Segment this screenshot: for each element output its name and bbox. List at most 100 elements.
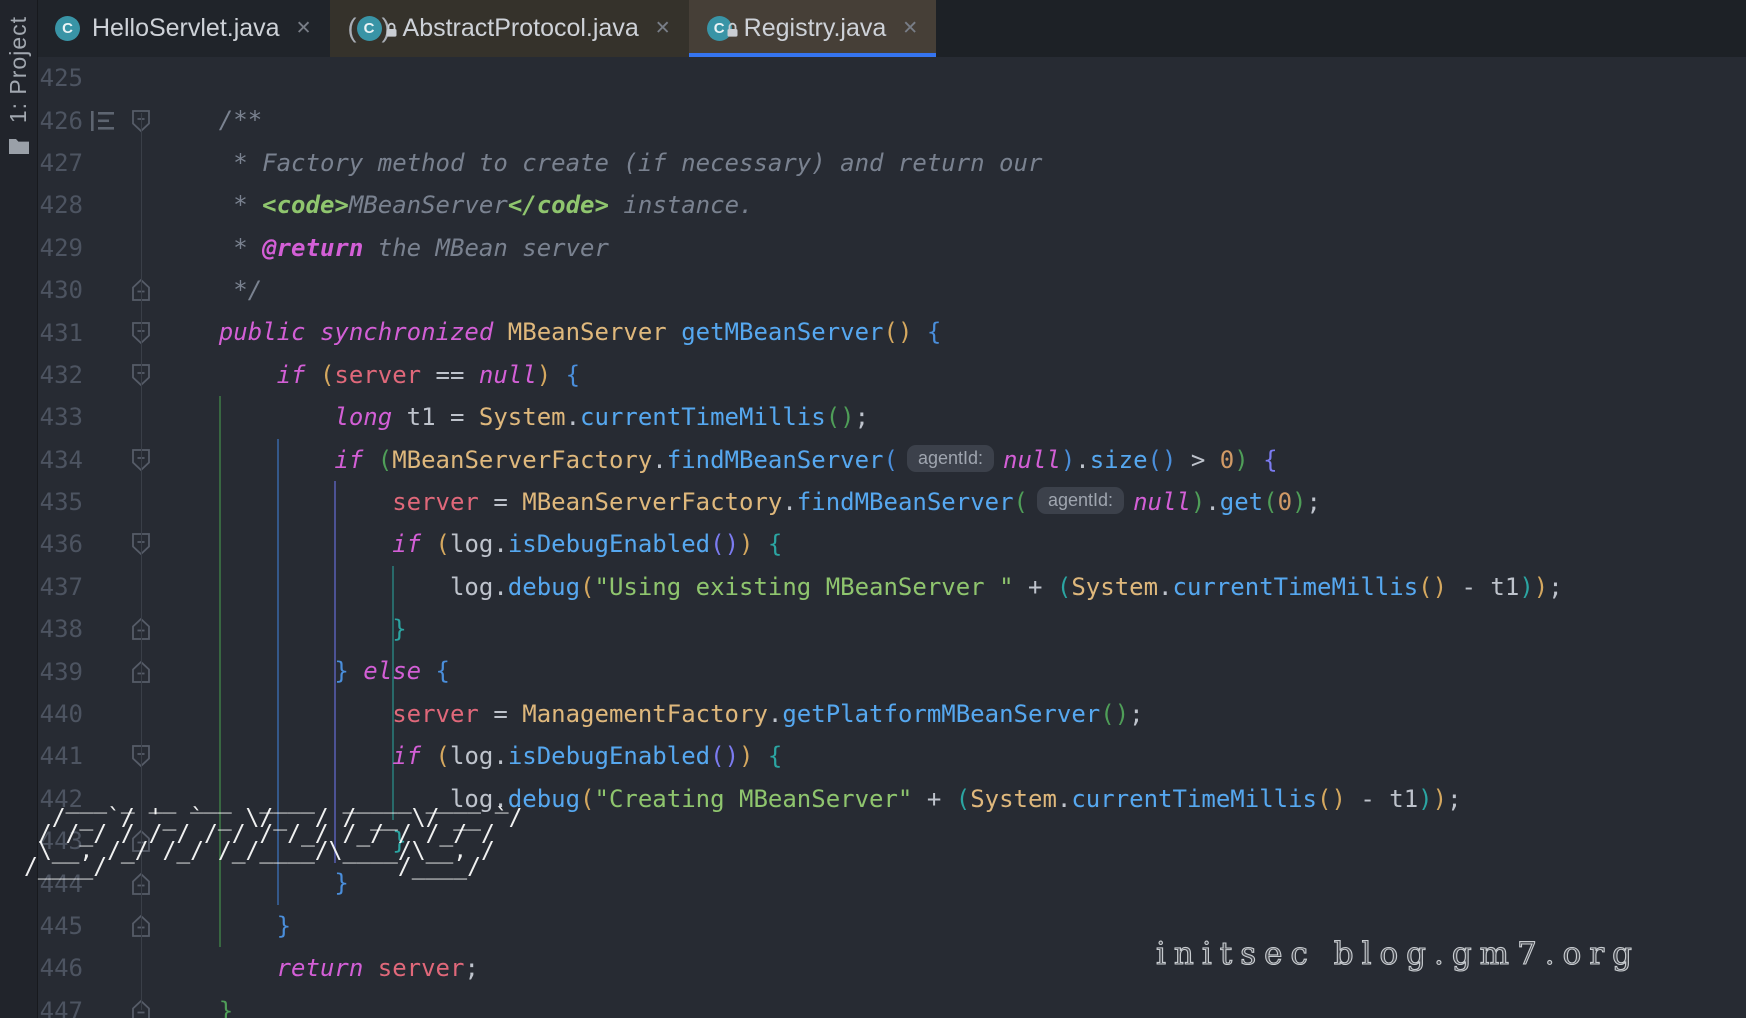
code-line-437[interactable]: log.debug("Using existing MBeanServer " … — [161, 566, 1746, 608]
editor-gutter: 4254264274284294304314324334344354364374… — [37, 57, 161, 1018]
code-line-426[interactable]: /** — [161, 99, 1746, 141]
code-line-435[interactable]: server = MBeanServerFactory.findMBeanSer… — [161, 481, 1746, 523]
gutter-row: 445 — [37, 905, 161, 947]
tab-helloservlet-java[interactable]: CHelloServlet.java✕ — [37, 0, 330, 57]
code-line-429[interactable]: * @return the MBean server — [161, 227, 1746, 269]
token: MBeanServerFactory — [522, 488, 782, 516]
line-number: 444 — [37, 870, 83, 898]
code-line-445[interactable]: } — [161, 905, 1746, 947]
gutter-row: 435 — [37, 481, 161, 523]
code-line-447[interactable]: } — [161, 990, 1746, 1018]
line-number: 440 — [37, 700, 83, 728]
render-doc-icon[interactable] — [85, 110, 121, 132]
token: * Factory method to create (if necessary… — [233, 149, 1042, 177]
line-number: 446 — [37, 954, 83, 982]
project-tool-label: 1: Project — [5, 16, 32, 123]
token: { — [927, 318, 941, 346]
token: MBeanServer — [508, 318, 667, 346]
code-line-431[interactable]: public synchronized MBeanServer getMBean… — [161, 311, 1746, 353]
token: + — [1014, 573, 1057, 601]
token: { — [768, 530, 782, 558]
code-line-443[interactable]: } — [161, 820, 1746, 862]
gutter-row: 438 — [37, 608, 161, 650]
code-line-436[interactable]: if (log.isDebugEnabled()) { — [161, 523, 1746, 565]
gutter-row: 428 — [37, 184, 161, 226]
lock-icon — [726, 16, 739, 45]
tab-label: Registry.java — [744, 14, 887, 43]
line-number: 435 — [37, 488, 83, 516]
token — [753, 742, 767, 770]
token: ; — [1129, 700, 1143, 728]
code-line-425[interactable] — [161, 57, 1746, 99]
tab-registry-java[interactable]: CRegistry.java✕ — [689, 0, 937, 57]
code-line-433[interactable]: long t1 = System.currentTimeMillis(); — [161, 396, 1746, 438]
token: ) — [1331, 785, 1345, 813]
token: . — [1205, 488, 1219, 516]
token: ( — [710, 530, 724, 558]
code-line-434[interactable]: if (MBeanServerFactory.findMBeanServer(a… — [161, 439, 1746, 481]
token — [753, 530, 767, 558]
token: ) — [1534, 573, 1548, 601]
token: ) — [1418, 785, 1432, 813]
tab-abstractprotocol-java[interactable]: (C)AbstractProtocol.java✕ — [330, 0, 689, 57]
line-number: 438 — [37, 615, 83, 643]
token: ) — [725, 530, 739, 558]
gutter-row: 439 — [37, 650, 161, 692]
token: { — [566, 361, 580, 389]
gutter-row: 430 — [37, 269, 161, 311]
gutter-row: 440 — [37, 693, 161, 735]
code-line-439[interactable]: } else { — [161, 650, 1746, 692]
token — [363, 954, 377, 982]
token: ) — [1234, 446, 1248, 474]
token: log — [450, 785, 493, 813]
code-line-446[interactable]: return server; — [161, 947, 1746, 989]
code-line-427[interactable]: * Factory method to create (if necessary… — [161, 142, 1746, 184]
token: "Creating MBeanServer" — [595, 785, 913, 813]
editor-tab-bar: CHelloServlet.java✕(C)AbstractProtocol.j… — [37, 0, 1746, 57]
token: } — [334, 657, 348, 685]
inlay-hint-agentid: agentId: — [1037, 487, 1124, 514]
token: { — [436, 657, 450, 685]
gutter-row: 447 — [37, 990, 161, 1018]
token — [1249, 446, 1263, 474]
token: ( — [1263, 488, 1277, 516]
token: ( — [1100, 700, 1114, 728]
token: ) — [739, 742, 753, 770]
token: null — [479, 361, 537, 389]
token: } — [392, 827, 406, 855]
token: <code> — [262, 191, 349, 219]
token: long — [334, 403, 392, 431]
token: */ — [233, 276, 262, 304]
line-number: 429 — [37, 234, 83, 262]
code-line-438[interactable]: } — [161, 608, 1746, 650]
token: currentTimeMillis — [580, 403, 826, 431]
token: - — [1346, 785, 1389, 813]
code-line-430[interactable]: */ — [161, 269, 1746, 311]
token: isDebugEnabled — [508, 742, 710, 770]
token — [421, 530, 435, 558]
token: ( — [710, 742, 724, 770]
token: findMBeanServer — [797, 488, 1014, 516]
close-icon[interactable]: ✕ — [655, 17, 671, 40]
code-line-440[interactable]: server = ManagementFactory.getPlatformMB… — [161, 693, 1746, 735]
token: MBeanServer — [349, 191, 508, 219]
token: size — [1090, 446, 1148, 474]
token: . — [782, 488, 796, 516]
token: /** — [219, 106, 262, 134]
token: ) — [1519, 573, 1533, 601]
token: . — [1057, 785, 1071, 813]
project-tool-button[interactable]: 1: Project — [0, 16, 37, 159]
close-icon[interactable]: ✕ — [902, 17, 918, 40]
code-line-444[interactable]: } — [161, 862, 1746, 904]
code-line-441[interactable]: if (log.isDebugEnabled()) { — [161, 735, 1746, 777]
token: . — [493, 785, 507, 813]
code-line-428[interactable]: * <code>MBeanServer</code> instance. — [161, 184, 1746, 226]
code-editor[interactable]: 4254264274284294304314324334344354364374… — [37, 57, 1746, 1018]
code-line-442[interactable]: log.debug("Creating MBeanServer" + (Syst… — [161, 778, 1746, 820]
close-icon[interactable]: ✕ — [296, 17, 312, 40]
token: ( — [580, 573, 594, 601]
line-number: 439 — [37, 658, 83, 686]
line-number: 428 — [37, 191, 83, 219]
code-pane[interactable]: /** * Factory method to create (if neces… — [161, 57, 1746, 1018]
code-line-432[interactable]: if (server == null) { — [161, 354, 1746, 396]
